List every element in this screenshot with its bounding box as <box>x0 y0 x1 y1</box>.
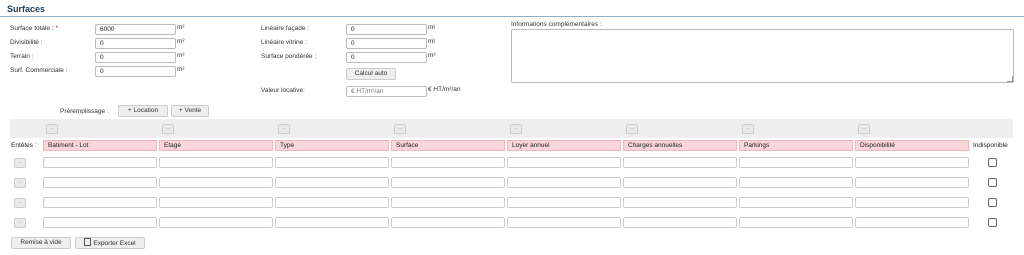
preremplissage-label: Préremplissage : <box>60 108 109 115</box>
resize-grip-icon[interactable] <box>1007 76 1013 82</box>
table-cell[interactable] <box>739 177 853 188</box>
column-action-button[interactable]: ... <box>394 124 406 134</box>
table-cell[interactable] <box>391 177 505 188</box>
table-cell[interactable] <box>623 197 737 208</box>
valeur-locative-unit: € HT/m²/an <box>428 86 461 93</box>
column-action-button[interactable]: ... <box>626 124 638 134</box>
column-action-button[interactable]: ... <box>742 124 754 134</box>
table-cell[interactable] <box>159 217 273 228</box>
surf-commerciale-input[interactable] <box>95 66 176 77</box>
table-cell[interactable] <box>623 177 737 188</box>
surface-totale-unit: m² <box>177 24 185 31</box>
column-header[interactable]: Disponibilité <box>855 140 969 151</box>
table-cell[interactable] <box>275 217 389 228</box>
row-action-button[interactable]: ... <box>14 158 26 168</box>
table-cell[interactable] <box>623 157 737 168</box>
lineaire-facade-label: Linéaire façade : <box>261 25 310 32</box>
lineaire-facade-unit: ml <box>428 24 435 31</box>
calcul-auto-button[interactable]: Calcul auto <box>346 68 396 80</box>
required-marker: * <box>55 25 59 32</box>
column-header[interactable]: Type <box>275 140 389 151</box>
table-cell[interactable] <box>507 217 621 228</box>
table-cell[interactable] <box>855 197 969 208</box>
row-action-button[interactable]: ... <box>14 178 26 188</box>
lineaire-vitrine-label: Linéaire vitrine : <box>261 39 307 46</box>
column-action-button[interactable]: ... <box>510 124 522 134</box>
table-cell[interactable] <box>43 157 157 168</box>
indisponible-checkbox[interactable] <box>988 158 997 167</box>
table-cell[interactable] <box>43 217 157 228</box>
section-divider <box>0 16 1024 17</box>
table-cell[interactable] <box>391 197 505 208</box>
table-cell[interactable] <box>739 217 853 228</box>
valeur-locative-input[interactable] <box>346 86 427 97</box>
table-cell[interactable] <box>159 157 273 168</box>
lineaire-facade-input[interactable] <box>346 24 427 35</box>
divisibilite-unit: m² <box>177 38 185 45</box>
indisponible-checkbox[interactable] <box>988 218 997 227</box>
row-action-button[interactable]: ... <box>14 198 26 208</box>
prefill-location-button[interactable]: + Location <box>118 105 168 117</box>
table-cell[interactable] <box>855 157 969 168</box>
indisponible-checkbox[interactable] <box>988 198 997 207</box>
column-header[interactable]: Loyer annuel <box>507 140 621 151</box>
document-icon <box>84 238 92 246</box>
exporter-excel-button[interactable]: Exporter Excel <box>75 237 145 249</box>
lineaire-vitrine-input[interactable] <box>346 38 427 49</box>
prefill-vente-button[interactable]: + Vente <box>171 105 209 117</box>
column-action-button[interactable]: ... <box>278 124 290 134</box>
column-header[interactable]: Batiment - Lot <box>43 140 157 151</box>
terrain-input[interactable] <box>95 52 176 63</box>
table-cell[interactable] <box>507 197 621 208</box>
divisibilite-label: Divisibilité : <box>10 39 43 46</box>
informations-textarea[interactable] <box>511 29 1014 83</box>
indisponible-checkbox[interactable] <box>988 178 997 187</box>
surface-ponderee-unit: m² <box>428 52 436 59</box>
surface-totale-label-text: Surface totale : <box>10 25 54 32</box>
divisibilite-input[interactable] <box>95 38 176 49</box>
table-cell[interactable] <box>739 157 853 168</box>
lineaire-vitrine-unit: ml <box>428 38 435 45</box>
column-header[interactable]: Charges annuelles <box>623 140 737 151</box>
column-header[interactable]: Etage <box>159 140 273 151</box>
surf-commerciale-unit: m² <box>177 66 185 73</box>
table-cell[interactable] <box>623 217 737 228</box>
table-cell[interactable] <box>159 177 273 188</box>
surface-totale-input[interactable] <box>95 24 176 35</box>
remise-a-vide-button[interactable]: Remise à vide <box>11 237 71 249</box>
surface-totale-label: Surface totale : * <box>10 25 58 32</box>
table-cell[interactable] <box>159 197 273 208</box>
terrain-unit: m² <box>177 52 185 59</box>
column-header[interactable]: Parkings <box>739 140 853 151</box>
terrain-label: Terrain : <box>10 53 34 60</box>
table-cell[interactable] <box>739 197 853 208</box>
table-cell[interactable] <box>43 197 157 208</box>
exporter-excel-label: Exporter Excel <box>93 240 136 247</box>
informations-label: Informations complémentaires : <box>511 21 602 28</box>
table-cell[interactable] <box>855 217 969 228</box>
table-cell[interactable] <box>275 177 389 188</box>
table-cell[interactable] <box>275 197 389 208</box>
entetes-label: Entêtes : <box>11 142 37 149</box>
column-action-button[interactable]: ... <box>858 124 870 134</box>
table-cell[interactable] <box>43 177 157 188</box>
column-action-button[interactable]: ... <box>162 124 174 134</box>
surface-ponderee-label: Surface pondérée : <box>261 53 317 60</box>
section-title: Surfaces <box>7 4 46 14</box>
column-header[interactable]: Surface <box>391 140 505 151</box>
table-cell[interactable] <box>391 157 505 168</box>
valeur-locative-label: Valeur locative: <box>261 87 305 94</box>
table-cell[interactable] <box>507 157 621 168</box>
indisponible-header: Indisponible <box>973 142 1008 149</box>
table-cell[interactable] <box>855 177 969 188</box>
row-action-button[interactable]: ... <box>14 218 26 228</box>
surf-commerciale-label: Surf. Commerciale : <box>10 67 68 74</box>
table-cell[interactable] <box>507 177 621 188</box>
table-cell[interactable] <box>275 157 389 168</box>
surface-ponderee-input[interactable] <box>346 52 427 63</box>
table-cell[interactable] <box>391 217 505 228</box>
column-action-button[interactable]: ... <box>46 124 58 134</box>
